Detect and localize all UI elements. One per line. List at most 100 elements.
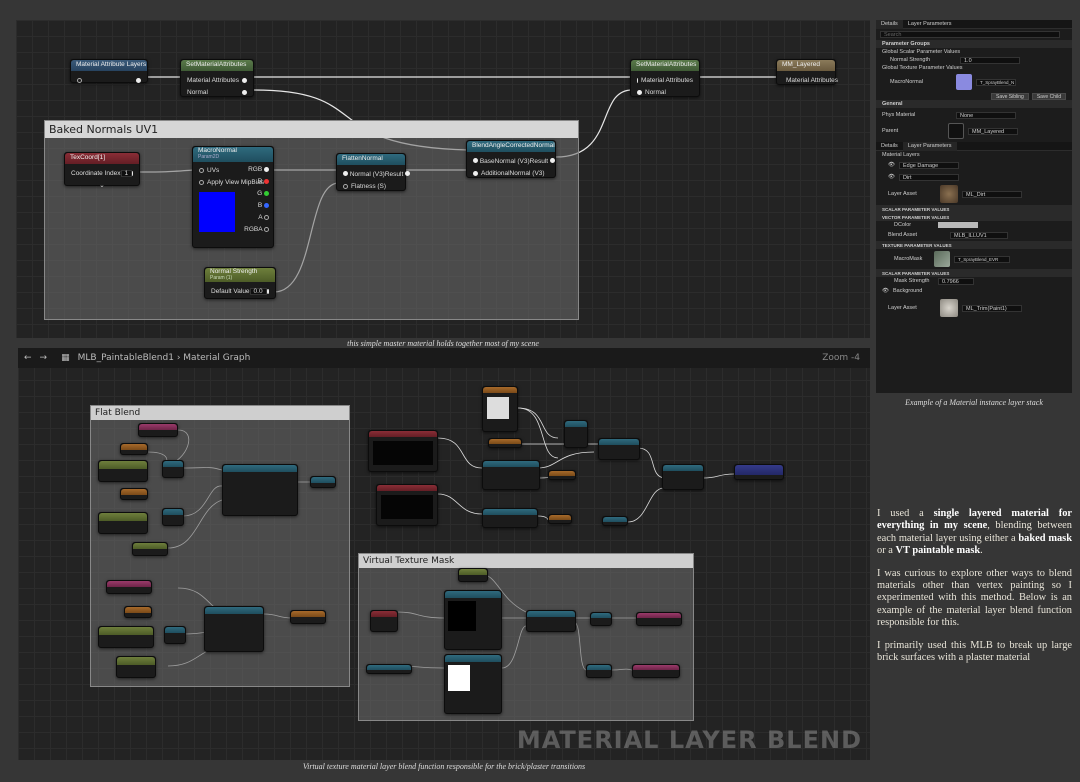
color-swatch[interactable] — [938, 222, 978, 228]
group-label[interactable]: Global Scalar Parameter Values — [876, 48, 1072, 56]
graph-node[interactable] — [120, 443, 148, 455]
mask-texture-picker[interactable]: T_SprayBlend_EVR — [954, 255, 1010, 263]
pin-icon[interactable] — [343, 183, 348, 189]
graph-node[interactable] — [526, 610, 576, 632]
save-sibling-button[interactable]: Save Sibling — [991, 92, 1029, 100]
pin-icon[interactable] — [549, 158, 555, 164]
graph-node[interactable] — [366, 664, 412, 674]
tab-details[interactable]: Details — [876, 142, 903, 151]
graph-node[interactable] — [488, 438, 522, 448]
pin-icon[interactable] — [264, 190, 269, 196]
graph-node[interactable] — [290, 610, 326, 624]
layer-asset-picker[interactable]: ML_Dirt — [962, 190, 1022, 198]
tab-details[interactable]: Details — [876, 20, 903, 29]
graph-node[interactable] — [548, 514, 572, 524]
graph-node[interactable] — [164, 626, 186, 644]
parent-thumbnail[interactable] — [948, 123, 964, 139]
output-node[interactable]: MM_Layered Material Attributes — [776, 59, 838, 85]
pin-icon[interactable] — [264, 166, 269, 172]
tab-layer-parameters[interactable]: Layer Parameters — [903, 20, 957, 29]
normal-strength-node[interactable]: Normal Strength Param (1) Default Value 0.… — [204, 267, 276, 299]
graph-node[interactable] — [106, 580, 152, 594]
blend-asset-picker[interactable]: MLB_ILLUV1 — [950, 231, 1008, 239]
graph-node[interactable] — [482, 508, 538, 528]
graph-node[interactable] — [548, 470, 576, 480]
set-material-attributes-node-2[interactable]: SetMaterialAttributes Material Attribute… — [630, 59, 700, 97]
mask-thumbnail[interactable] — [934, 251, 950, 267]
pin-icon[interactable] — [264, 202, 269, 208]
pin-icon[interactable] — [242, 77, 247, 83]
pin-icon[interactable] — [264, 226, 269, 232]
pin-icon[interactable] — [637, 77, 638, 83]
pin-icon[interactable] — [199, 179, 204, 185]
graph-node[interactable] — [602, 516, 628, 526]
layer-name-input[interactable]: Dirt — [898, 173, 959, 181]
section-header[interactable]: VECTOR PARAMETER VALUES — [876, 213, 1072, 221]
normal-strength-input[interactable]: 1.0 — [960, 56, 1020, 64]
layer-name[interactable]: Background — [893, 288, 922, 294]
section-header[interactable]: General — [876, 100, 1072, 108]
graph-node[interactable] — [564, 420, 588, 448]
pin-icon[interactable] — [343, 171, 348, 177]
graph-node[interactable] — [444, 654, 502, 714]
texture-thumbnail[interactable] — [956, 74, 972, 90]
set-material-attributes-node-1[interactable]: SetMaterialAttributes Material Attribute… — [180, 59, 254, 97]
default-value-input[interactable]: 0.0 — [249, 287, 267, 295]
coordinate-index-input[interactable]: 1 — [120, 169, 133, 177]
pin-icon[interactable] — [242, 89, 247, 95]
material-attribute-layers-node[interactable]: Material Attribute Layers — [70, 59, 148, 83]
blend-angle-corrected-normals-node[interactable]: BlendAngleCorrectedNormals BaseNormal (V… — [466, 140, 556, 178]
pin-icon[interactable] — [136, 77, 141, 83]
graph-node[interactable] — [590, 612, 612, 626]
pin-icon[interactable] — [77, 77, 82, 83]
master-material-graph[interactable]: Material Attribute Layers SetMaterialAtt… — [16, 20, 870, 338]
graph-node[interactable] — [734, 464, 784, 480]
graph-node[interactable] — [376, 484, 438, 526]
eye-icon[interactable]: 👁 — [888, 174, 895, 180]
texture-picker[interactable]: T_SprayBlend_N — [976, 78, 1016, 86]
graph-node[interactable] — [370, 610, 398, 632]
texcoord-node[interactable]: TexCoord[1] Coordinate Index 1 ⌄ — [64, 152, 140, 189]
layer-name-input[interactable]: Edge Damage — [898, 161, 959, 169]
graph-node[interactable] — [132, 542, 168, 556]
graph-node[interactable] — [598, 438, 640, 460]
graph-node[interactable] — [586, 664, 612, 678]
graph-node[interactable] — [458, 568, 488, 582]
graph-node[interactable] — [120, 488, 148, 500]
graph-node[interactable] — [632, 664, 680, 678]
graph-node[interactable] — [162, 508, 184, 526]
graph-node[interactable] — [204, 606, 264, 652]
graph-node[interactable] — [444, 590, 502, 650]
parent-picker[interactable]: MM_Layered — [968, 127, 1018, 135]
macro-normal-node[interactable]: MacroNormal Param2D UVs Apply View MipBia… — [192, 146, 274, 248]
layer-thumbnail[interactable] — [940, 185, 958, 203]
graph-node[interactable] — [482, 460, 540, 490]
section-header[interactable]: SCALAR PARAMETER VALUES — [876, 269, 1072, 277]
search-input[interactable]: Search — [880, 31, 1060, 38]
section-header[interactable]: TEXTURE PARAMETER VALUES — [876, 241, 1072, 249]
graph-node[interactable] — [138, 423, 178, 437]
eye-icon[interactable]: 👁 — [888, 162, 895, 168]
layer-thumbnail[interactable] — [940, 299, 958, 317]
graph-node[interactable] — [124, 606, 152, 618]
graph-node[interactable] — [222, 464, 298, 516]
graph-node[interactable] — [662, 464, 704, 490]
pin-icon[interactable] — [637, 89, 642, 95]
group-label[interactable]: Global Texture Parameter Values — [876, 64, 1072, 72]
graph-node[interactable] — [116, 656, 156, 678]
graph-node[interactable] — [98, 460, 148, 482]
phys-material-select[interactable]: None — [956, 111, 1016, 119]
tab-layer-parameters[interactable]: Layer Parameters — [902, 142, 957, 151]
pin-icon[interactable] — [405, 171, 411, 177]
layer-asset-picker[interactable]: ML_Trim(Paint1) — [962, 304, 1022, 312]
graph-node[interactable] — [98, 512, 148, 534]
pin-icon[interactable] — [132, 170, 133, 176]
section-header[interactable]: Parameter Groups — [876, 40, 1072, 48]
pin-icon[interactable] — [473, 170, 478, 176]
save-child-button[interactable]: Save Child — [1031, 92, 1066, 100]
chevron-down-icon[interactable]: ⌄ — [99, 181, 104, 189]
pin-icon[interactable] — [199, 167, 204, 173]
graph-node[interactable] — [482, 386, 518, 432]
pin-icon[interactable] — [264, 214, 269, 220]
pin-icon[interactable] — [264, 178, 269, 184]
